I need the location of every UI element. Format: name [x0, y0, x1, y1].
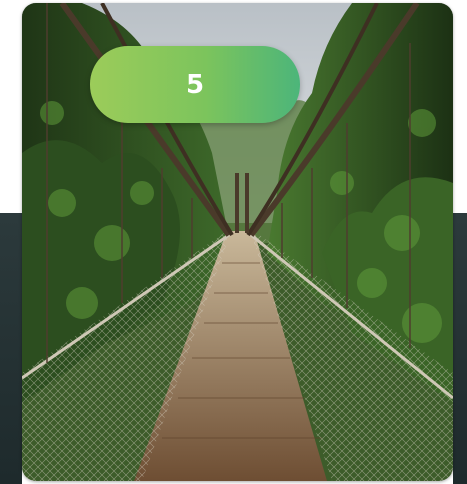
step-number-badge: 5	[90, 46, 300, 123]
step-number: 5	[185, 69, 205, 100]
backdrop-strip-right	[453, 213, 467, 484]
bridge-photo-card[interactable]: 5	[22, 3, 453, 481]
backdrop-strip-left	[0, 213, 22, 484]
